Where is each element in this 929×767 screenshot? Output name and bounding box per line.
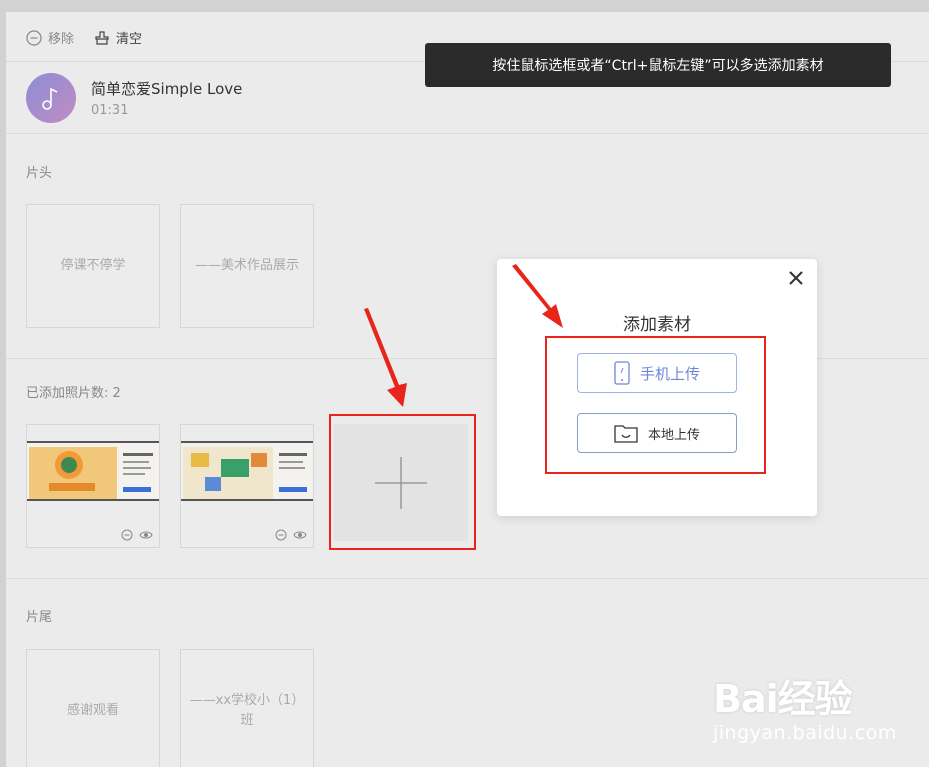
watermark-url: jingyan.baidu.com	[713, 722, 897, 744]
highlight-box	[545, 336, 766, 474]
photo-count-label: 已添加照片数: 2	[26, 386, 121, 401]
close-icon[interactable]	[787, 269, 805, 287]
preview-eye-icon[interactable]	[139, 529, 153, 541]
arrow-annotation	[364, 308, 407, 407]
photo-image	[27, 441, 159, 501]
opening-label: 片头	[26, 166, 53, 181]
ending-label: 片尾	[26, 610, 53, 625]
clear-button[interactable]: 清空	[94, 28, 142, 47]
remove-button[interactable]: 移除	[26, 28, 74, 47]
highlight-box	[329, 414, 476, 550]
music-item[interactable]: 简单恋爱Simple Love 01:31	[26, 73, 242, 123]
music-note-icon	[26, 73, 76, 123]
baidu-watermark: Bai经验 jingyan.baidu.com	[713, 668, 896, 744]
multi-select-tooltip: 按住鼠标选框或者“Ctrl+鼠标左键”可以多选添加素材	[425, 43, 891, 87]
ending-card[interactable]: 感谢观看	[26, 649, 160, 767]
remove-label: 移除	[48, 32, 75, 47]
music-title: 简单恋爱Simple Love	[91, 80, 243, 98]
watermark-brand: Bai经验	[713, 677, 853, 721]
divider	[6, 578, 929, 579]
divider	[6, 133, 929, 134]
clear-label: 清空	[116, 32, 143, 47]
opening-card[interactable]: 停课不停学	[26, 204, 160, 328]
music-duration: 01:31	[91, 103, 129, 118]
photo-thumbnail[interactable]	[26, 424, 160, 548]
arrow-annotation	[512, 264, 563, 328]
ending-card[interactable]: ——xx学校小（1）班	[180, 649, 314, 767]
opening-card[interactable]: ——美术作品展示	[180, 204, 314, 328]
minus-circle-icon	[26, 29, 42, 46]
photo-thumbnail[interactable]	[180, 424, 314, 548]
preview-eye-icon[interactable]	[293, 529, 307, 541]
broom-icon	[95, 30, 109, 45]
remove-photo-icon[interactable]	[275, 529, 287, 541]
remove-photo-icon[interactable]	[121, 529, 133, 541]
photo-image	[181, 441, 313, 501]
